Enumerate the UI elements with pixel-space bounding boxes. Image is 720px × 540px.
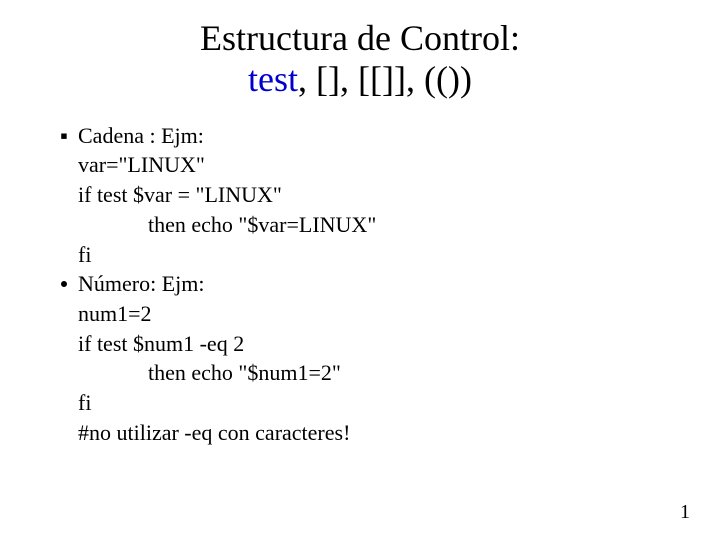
body-line: fi: [50, 240, 720, 270]
title-keyword: test: [248, 59, 298, 99]
body-line: Número: Ejm:: [50, 269, 720, 299]
body-line: #no utilizar -eq con caracteres!: [50, 418, 720, 448]
body-line: ▪ Cadena : Ejm:: [50, 121, 720, 151]
body-line: then echo "$var=LINUX": [50, 210, 720, 240]
page-number: 1: [680, 501, 690, 524]
body-line: var="LINUX": [50, 150, 720, 180]
body-text: var="LINUX": [78, 150, 720, 180]
body-line: if test $var = "LINUX": [50, 180, 720, 210]
slide-body: ▪ Cadena : Ejm: var="LINUX" if test $var…: [50, 121, 720, 448]
body-text: if test $num1 -eq 2: [78, 329, 720, 359]
slide: Estructura de Control: test, [], [[]], (…: [0, 0, 720, 540]
body-text: Cadena : Ejm:: [78, 121, 720, 151]
body-text: #no utilizar -eq con caracteres!: [78, 418, 720, 448]
bullet-square-icon: ▪: [50, 121, 78, 151]
body-text: fi: [78, 388, 720, 418]
body-text: Número: Ejm:: [78, 269, 720, 299]
body-line: then echo "$num1=2": [50, 358, 720, 388]
bullet-disc-icon: [50, 269, 78, 299]
body-text: fi: [78, 240, 720, 270]
body-text: then echo "$num1=2": [78, 358, 720, 388]
slide-title: Estructura de Control: test, [], [[]], (…: [0, 0, 720, 101]
body-line: num1=2: [50, 299, 720, 329]
body-line: if test $num1 -eq 2: [50, 329, 720, 359]
body-line: fi: [50, 388, 720, 418]
body-text: if test $var = "LINUX": [78, 180, 720, 210]
body-text: then echo "$var=LINUX": [78, 210, 720, 240]
title-line1: Estructura de Control:: [200, 18, 520, 58]
body-text: num1=2: [78, 299, 720, 329]
title-suffix: , [], [[]], (()): [298, 59, 472, 99]
